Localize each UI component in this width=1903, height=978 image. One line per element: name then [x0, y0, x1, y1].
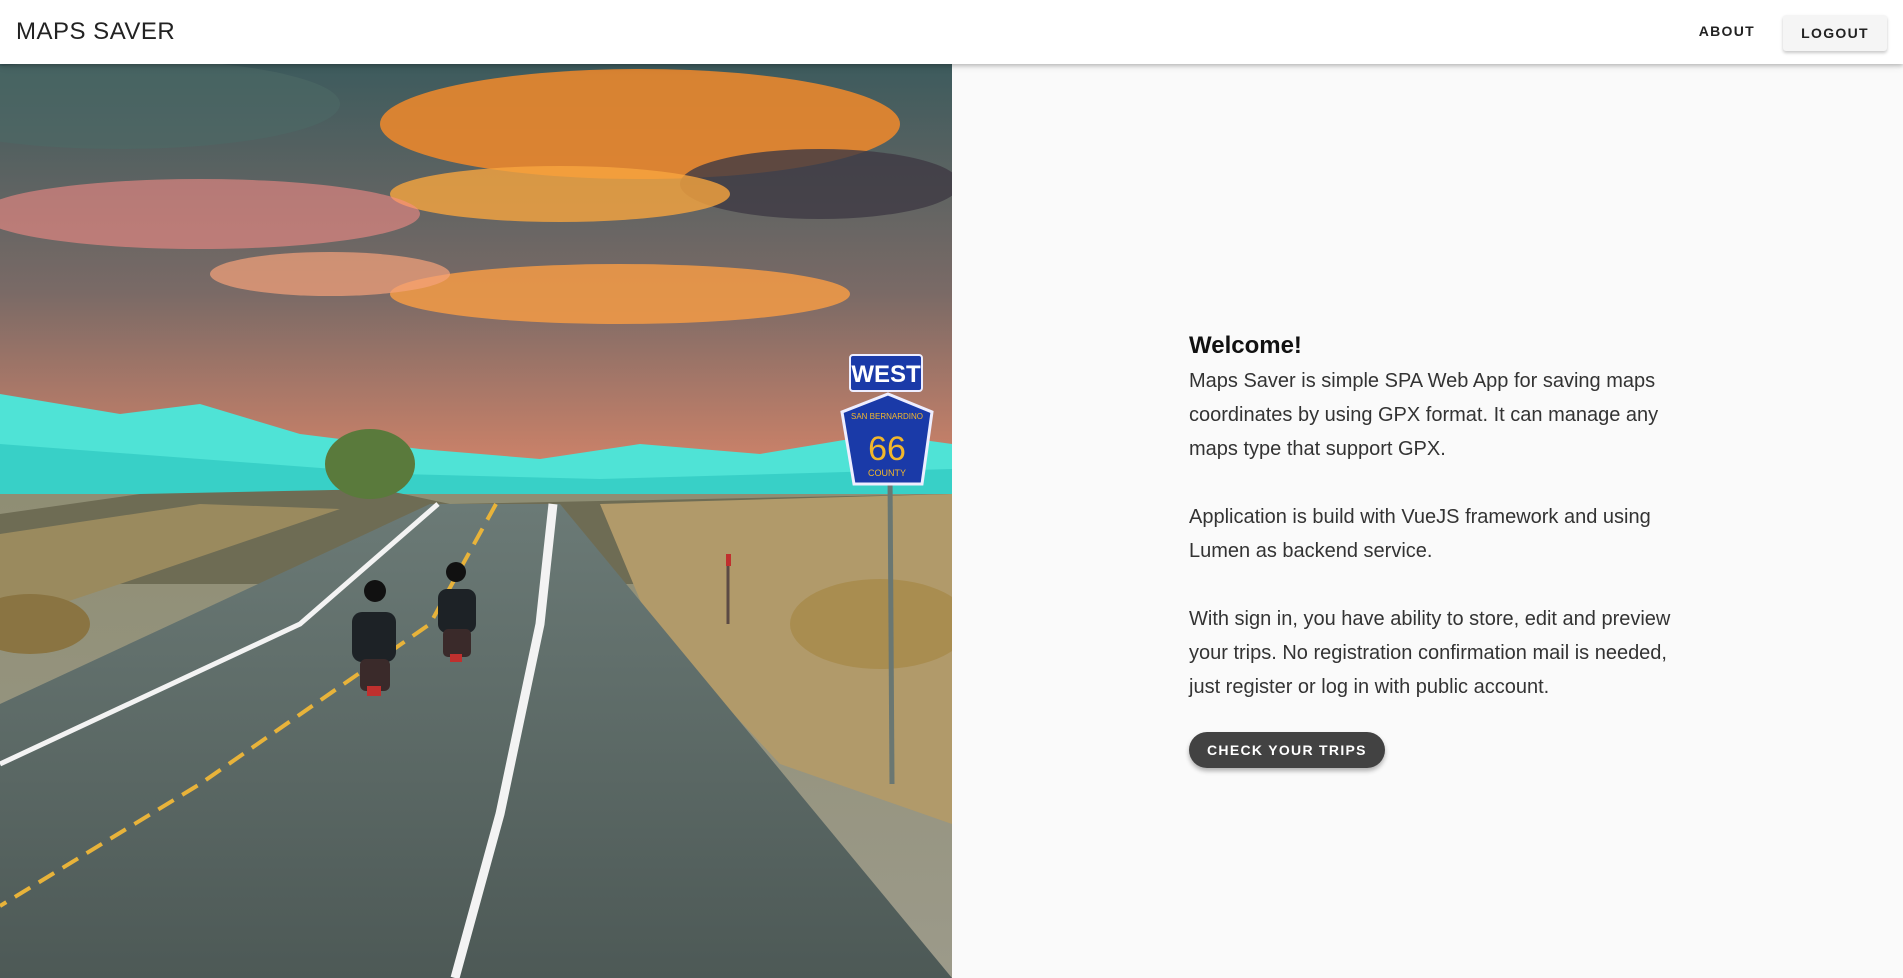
- shield-county-bottom: COUNTY: [868, 468, 906, 478]
- welcome-panel: Welcome! Maps Saver is simple SPA Web Ap…: [1189, 332, 1689, 768]
- app-toolbar: MAPS SAVER ABOUT LOGOUT: [0, 0, 1903, 64]
- shield-county-top: SAN BERNARDINO: [851, 412, 923, 421]
- about-link[interactable]: ABOUT: [1699, 23, 1755, 39]
- framework-paragraph: Application is build with VueJS framewor…: [1189, 506, 1651, 562]
- west-sign-text: WEST: [851, 361, 921, 388]
- signin-paragraph: With sign in, you have ability to store,…: [1189, 608, 1671, 698]
- intro-paragraph: Maps Saver is simple SPA Web App for sav…: [1189, 370, 1659, 460]
- hero-image: WEST SAN BERNARDINO 66 COUNTY: [0, 64, 952, 978]
- welcome-heading: Welcome!: [1189, 332, 1302, 359]
- logout-button[interactable]: LOGOUT: [1783, 15, 1887, 51]
- app-title[interactable]: MAPS SAVER: [16, 18, 175, 46]
- check-your-trips-button[interactable]: CHECK YOUR TRIPS: [1189, 732, 1385, 768]
- route-66-road-illustration: WEST SAN BERNARDINO 66 COUNTY: [0, 64, 952, 978]
- shield-number: 66: [868, 430, 906, 468]
